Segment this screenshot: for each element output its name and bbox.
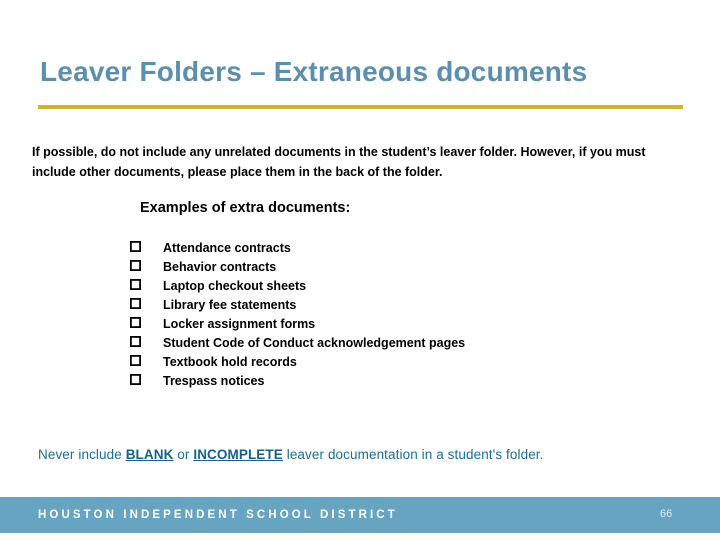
empty-checkbox-icon <box>130 331 163 347</box>
empty-checkbox-icon <box>130 255 163 271</box>
list-item-label: Textbook hold records <box>163 355 297 369</box>
examples-heading: Examples of extra documents: <box>140 200 351 216</box>
list-item-label: Behavior contracts <box>163 260 277 274</box>
empty-checkbox-icon <box>130 236 163 252</box>
list-item-label: Locker assignment forms <box>163 317 316 331</box>
footer-brand-label: HOUSTON INDEPENDENT SCHOOL DISTRICT <box>38 509 398 521</box>
list-item: Laptop checkout sheets <box>130 274 465 293</box>
empty-checkbox-icon <box>130 274 163 290</box>
intro-paragraph: If possible, do not include any unrelate… <box>32 144 646 179</box>
page-title: Leaver Folders – Extraneous documents <box>40 55 588 87</box>
slide: Leaver Folders – Extraneous documents If… <box>0 0 720 540</box>
list-item-label: Laptop checkout sheets <box>163 279 307 293</box>
empty-checkbox-icon <box>130 369 163 385</box>
list-item-label: Attendance contracts <box>163 241 291 255</box>
list-item: Locker assignment forms <box>130 312 465 331</box>
list-item-label: Trespass notices <box>163 374 265 388</box>
list-item-label: Student Code of Conduct acknowledgement … <box>163 336 466 350</box>
title-divider <box>38 105 683 109</box>
note-tail-text: leaver documentation in a student's fold… <box>282 447 544 462</box>
list-item: Trespass notices <box>130 369 465 388</box>
empty-checkbox-icon <box>130 293 163 309</box>
list-item: Attendance contracts <box>130 236 465 255</box>
note-emphasis-incomplete: INCOMPLETE <box>193 447 283 462</box>
list-item-label: Library fee statements <box>163 298 297 312</box>
note-emphasis-blank: BLANK <box>125 447 174 462</box>
list-item: Student Code of Conduct acknowledgement … <box>130 331 465 350</box>
empty-checkbox-icon <box>130 312 163 328</box>
empty-checkbox-icon <box>130 350 163 366</box>
note-mid-text: or <box>173 447 194 462</box>
extra-documents-list: Attendance contracts Behavior contracts … <box>130 236 465 388</box>
list-item: Behavior contracts <box>130 255 465 274</box>
page-number: 66 <box>660 508 673 520</box>
note-lead-text: Never include <box>38 447 126 462</box>
warning-note: Never include BLANK or INCOMPLETE leaver… <box>38 447 544 462</box>
